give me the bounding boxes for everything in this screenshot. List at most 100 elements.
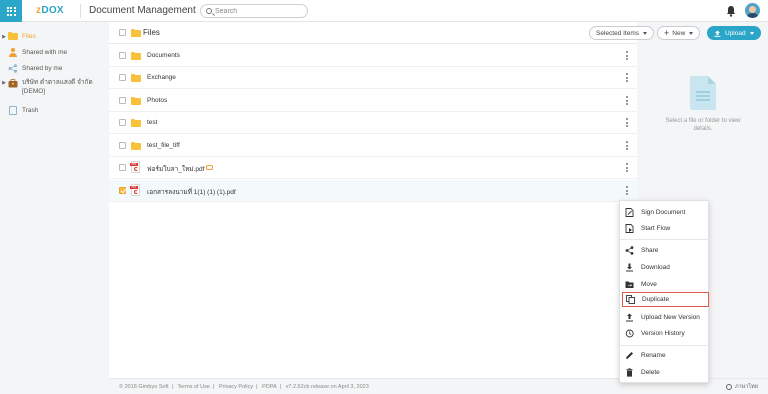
- row-checkbox[interactable]: [119, 142, 126, 149]
- chevron-down-icon: [643, 31, 647, 35]
- pdf-file-icon: PDF: [130, 184, 140, 196]
- history-icon: [625, 329, 634, 338]
- table-row[interactable]: PDF ฟอร์มใบลา_ใหม่.pdf: [109, 157, 637, 179]
- more-vertical-icon[interactable]: [626, 118, 628, 128]
- privacy-link[interactable]: Privacy Policy: [219, 384, 253, 390]
- menu-divider: [620, 239, 710, 240]
- sidebar-item-label: Files: [22, 33, 36, 40]
- plus-icon: +: [664, 28, 670, 38]
- upload-button[interactable]: Upload: [707, 26, 761, 40]
- sidebar-item-shared-with-me[interactable]: Shared with me: [0, 46, 67, 59]
- folder-icon: [131, 96, 141, 105]
- menu-item-move[interactable]: Move: [620, 277, 710, 292]
- menu-item-version-history[interactable]: Version History: [620, 326, 710, 341]
- search-icon: [206, 8, 212, 14]
- menu-item-share[interactable]: Share: [620, 243, 710, 258]
- search-input[interactable]: [215, 6, 303, 16]
- trash-icon: [8, 106, 18, 115]
- row-checkbox[interactable]: [119, 74, 126, 81]
- folder-icon: [8, 31, 18, 41]
- row-checkbox[interactable]: [119, 52, 126, 59]
- menu-item-sign-document[interactable]: Sign Document: [620, 205, 710, 220]
- menu-item-rename[interactable]: Rename: [620, 348, 710, 363]
- caret-right-icon[interactable]: ▶: [0, 80, 8, 86]
- globe-icon: [725, 384, 732, 390]
- sidebar-item-shared-by-me[interactable]: Shared by me: [0, 62, 62, 75]
- table-row[interactable]: test: [109, 112, 637, 134]
- more-vertical-icon[interactable]: [626, 73, 628, 83]
- sidebar-item-company[interactable]: ▶ บริษัท ดำตาลแสงดี จำกัด [DEMO]: [0, 78, 93, 100]
- header-divider: [80, 4, 81, 18]
- chevron-down-icon: [689, 31, 694, 35]
- folder-icon: [131, 118, 141, 127]
- copyright-text: © 2018 Gimbyo Soft: [119, 384, 169, 390]
- more-vertical-icon[interactable]: [626, 163, 628, 173]
- page-title: Files: [143, 28, 160, 37]
- menu-item-duplicate[interactable]: Duplicate: [622, 292, 709, 307]
- sidebar-item-label: Trash: [22, 107, 39, 114]
- share-icon: [625, 246, 634, 255]
- selected-items-dropdown[interactable]: Selected Items: [589, 26, 654, 40]
- details-hint: Select a file or folder to view details.: [665, 118, 741, 132]
- apps-menu-button[interactable]: [0, 0, 22, 22]
- menu-item-upload-new-version[interactable]: Upload New Version: [620, 310, 710, 325]
- duplicate-icon: [626, 295, 635, 304]
- menu-item-download[interactable]: Download: [620, 260, 710, 275]
- folder-icon: [131, 51, 141, 60]
- folder-icon: [131, 73, 141, 82]
- table-row[interactable]: test_file_tiff: [109, 135, 637, 157]
- file-list-toolbar: Files Selected Items: [109, 22, 654, 44]
- more-vertical-icon[interactable]: [626, 51, 628, 61]
- sidebar-item-label: Shared by me: [22, 65, 63, 72]
- pdpa-link[interactable]: PDPA: [262, 384, 277, 390]
- user-avatar[interactable]: [745, 3, 760, 18]
- sidebar-item-files[interactable]: ▶ Files: [0, 30, 36, 43]
- file-name[interactable]: เอกสารลงนามที่ 1(1) (1) (1).pdf: [147, 187, 236, 197]
- pencil-icon: [626, 352, 633, 359]
- more-vertical-icon[interactable]: [626, 96, 628, 106]
- share-icon: [8, 64, 17, 73]
- file-name[interactable]: test: [147, 119, 157, 126]
- table-row[interactable]: PDF เอกสารลงนามที่ 1(1) (1) (1).pdf: [109, 180, 637, 202]
- bell-icon[interactable]: [726, 5, 736, 17]
- file-name[interactable]: ฟอร์มใบลา_ใหม่.pdf: [147, 164, 204, 174]
- menu-item-start-flow[interactable]: Start Flow: [620, 221, 710, 236]
- app-logo[interactable]: zDOX: [36, 5, 64, 16]
- upload-icon: [626, 313, 633, 322]
- new-button[interactable]: + New: [657, 26, 701, 40]
- pdf-file-icon: PDF: [130, 161, 140, 173]
- terms-link[interactable]: Terms of Use: [177, 384, 209, 390]
- file-name[interactable]: test_file_tiff: [147, 142, 180, 149]
- row-checkbox[interactable]: [119, 97, 126, 104]
- document-icon: [690, 76, 716, 110]
- menu-divider: [620, 345, 710, 346]
- menu-item-delete[interactable]: Delete: [620, 365, 710, 380]
- more-vertical-icon[interactable]: [626, 141, 628, 151]
- sign-document-icon: [625, 208, 634, 217]
- table-row[interactable]: Documents: [109, 45, 637, 67]
- language-selector[interactable]: ภาษาไทย: [725, 383, 758, 391]
- context-menu: Sign Document Start Flow Share Download …: [619, 200, 710, 383]
- sidebar-item-trash[interactable]: Trash: [0, 104, 38, 117]
- top-header: zDOX Document Management: [0, 0, 768, 22]
- row-checkbox[interactable]: [119, 119, 126, 126]
- start-flow-icon: [625, 224, 634, 233]
- file-name[interactable]: Exchange: [147, 74, 176, 81]
- shared-link-icon: [206, 165, 213, 170]
- folder-icon: [131, 28, 141, 37]
- search-box[interactable]: [200, 4, 308, 18]
- table-row[interactable]: Photos: [109, 90, 637, 112]
- file-name[interactable]: Photos: [147, 97, 167, 104]
- file-name[interactable]: Documents: [147, 52, 180, 59]
- row-checkbox[interactable]: [119, 187, 126, 194]
- caret-right-icon[interactable]: ▶: [0, 34, 8, 40]
- sidebar-item-sublabel: [DEMO]: [22, 88, 46, 95]
- download-icon: [626, 263, 633, 272]
- more-vertical-icon[interactable]: [626, 186, 628, 196]
- chevron-down-icon: [749, 31, 754, 35]
- row-checkbox[interactable]: [119, 164, 126, 171]
- move-folder-icon: [625, 281, 634, 288]
- sidebar-item-label: บริษัท ดำตาลแสงดี จำกัด: [22, 79, 93, 86]
- select-all-checkbox[interactable]: [119, 29, 126, 36]
- table-row[interactable]: Exchange: [109, 67, 637, 89]
